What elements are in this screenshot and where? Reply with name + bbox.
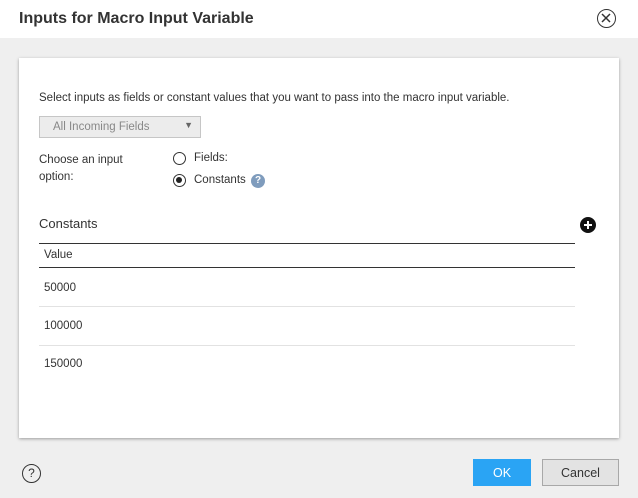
- dialog-content-panel: Select inputs as fields or constant valu…: [19, 58, 619, 438]
- plus-icon: [584, 221, 592, 229]
- radio-selected-dot: [176, 177, 183, 184]
- input-option-label: Choose an input option:: [39, 154, 123, 183]
- add-constant-button[interactable]: [580, 217, 596, 233]
- dropdown-arrow-icon: ▼: [184, 120, 193, 130]
- constants-radio-label: Constants: [194, 174, 246, 186]
- question-icon[interactable]: ?: [251, 174, 265, 188]
- constants-section-title: Constants: [39, 216, 98, 231]
- table-top-rule: [39, 243, 575, 244]
- constants-radio[interactable]: [173, 174, 186, 187]
- row-divider: [39, 306, 575, 307]
- cancel-button[interactable]: Cancel: [542, 459, 619, 486]
- table-row[interactable]: 100000: [44, 320, 82, 332]
- select-value: All Incoming Fields: [53, 121, 150, 133]
- fields-radio-label: Fields:: [194, 152, 228, 164]
- dialog-titlebar: Inputs for Macro Input Variable: [0, 0, 638, 38]
- table-row[interactable]: 50000: [44, 282, 76, 294]
- ok-button[interactable]: OK: [473, 459, 531, 486]
- header-bottom-rule: [39, 267, 575, 268]
- row-divider: [39, 345, 575, 346]
- close-button[interactable]: [597, 9, 616, 28]
- incoming-fields-select[interactable]: All Incoming Fields ▼: [39, 116, 201, 138]
- value-column-header: Value: [44, 249, 73, 261]
- instruction-text: Select inputs as fields or constant valu…: [39, 92, 510, 104]
- help-icon[interactable]: ?: [22, 464, 41, 483]
- table-row[interactable]: 150000: [44, 358, 82, 370]
- fields-radio[interactable]: [173, 152, 186, 165]
- close-icon: [601, 13, 611, 23]
- dialog-title: Inputs for Macro Input Variable: [19, 10, 254, 27]
